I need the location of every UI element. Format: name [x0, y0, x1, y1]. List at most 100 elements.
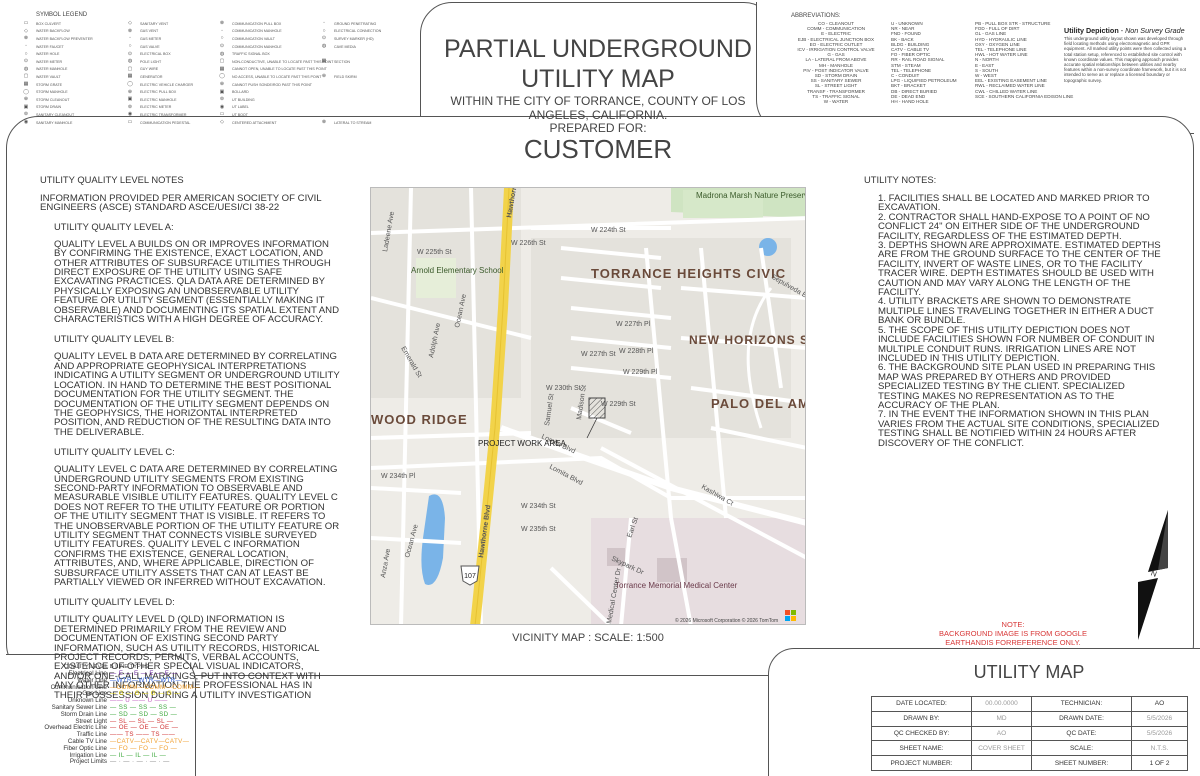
title-line-1: PARTIAL UNDERGROUND — [444, 35, 752, 63]
legend-symbol-icon: ◦ — [129, 35, 131, 42]
legend-item: ◯ ELECTRIC VEHICLE CHARGER — [126, 81, 193, 89]
legend-label: WATER METER — [36, 59, 63, 64]
label-torrance-heights: TORRANCE HEIGHTS CIVIC — [591, 266, 786, 281]
legend-symbol-icon — [320, 90, 328, 95]
legend-item: ⊗ LATERAL TO STREAM — [320, 119, 381, 127]
legend-label: STORM MANHOLE — [36, 90, 68, 95]
label-w234pl: W 234th Pl — [381, 473, 416, 480]
legend-symbol-icon: ◯ — [23, 88, 29, 95]
line-types-list: Electrical Line — E — E — E — E — Water Li… — [24, 670, 200, 766]
utility-notes-list: 1. FACILITIES SHALL BE LOCATED AND MARKE… — [864, 194, 1164, 448]
legend-item: ◇ SANITARY VENT — [126, 20, 193, 28]
title-line-2: UTILITY MAP — [521, 65, 675, 93]
legend-symbol-icon: ⊙ — [23, 58, 29, 65]
abbrev-col-3: PB - PULL BOX STR - STRUCTURE FOD - FULL … — [975, 21, 1073, 99]
quality-level-text: QUALITY LEVEL C DATA ARE DETERMINED BY C… — [54, 464, 340, 588]
legend-symbol-icon: ◯ — [219, 73, 225, 80]
legend-symbol-icon: ◦ — [221, 27, 223, 34]
legend-label: TRAFFIC SIGNAL BOX — [232, 52, 270, 57]
abbrev-heading: ABBREVIATIONS: — [791, 13, 841, 19]
utility-note-item: 1. FACILITIES SHALL BE LOCATED AND MARKE… — [878, 193, 1150, 214]
legend-item — [320, 111, 381, 119]
map-svg: 107 TORRANCE HEIGHTS CIVIC NEW HORIZONS … — [371, 188, 805, 624]
legend-column-1: ▭ BOX CULVERT ◇ WATER BACKFLOW ⊗ WATER BACKFL… — [22, 20, 93, 126]
legend-item: ⊙ COMMUNICATION MANHOLE — [218, 43, 333, 51]
label-civic: TORRANCE HEIGHTS CIVIC — [591, 266, 786, 281]
legend-item: ⊗ WATER BACKFLOW PREVENTER — [22, 35, 93, 43]
legend-label: NO ACCESS, UNABLE TO LOCATE PAST THIS PO… — [232, 74, 322, 79]
quality-level-text: QUALITY LEVEL A BUILDS ON OR IMPROVES IN… — [54, 238, 340, 326]
legend-label: COMMUNICATION VAULT — [232, 36, 275, 41]
utility-notes: UTILITY NOTES: 1. FACILITIES SHALL BE LO… — [864, 174, 1164, 448]
legend-item: ⊕ ELECTRIC PULL BOX — [126, 88, 193, 96]
legend-label: ELECTRIC VEHICLE CHARGER — [140, 82, 194, 87]
legend-symbol-icon: ▦ — [321, 58, 327, 65]
legend-symbol-icon — [320, 105, 328, 110]
legend-label: GENERATOR — [140, 74, 163, 79]
legend-item: ◦ COMMUNICATION MANHOLE — [218, 28, 333, 36]
legend-label: STORM CLEANOUT — [36, 97, 70, 102]
legend-item: ▢ GUY WIRE — [126, 66, 193, 74]
label-w225: W 225th St — [417, 249, 452, 256]
quality-level: UTILITY QUALITY LEVEL B: QUALITY LEVEL B … — [54, 333, 340, 437]
vicinity-map: 107 TORRANCE HEIGHTS CIVIC NEW HORIZONS … — [370, 187, 806, 625]
label-wood-ridge: WOOD RIDGE — [371, 412, 468, 427]
legend-item: ○ ELECTRICAL CONNECTION — [320, 28, 381, 36]
titleblock-label: QC CHECKED BY: — [871, 725, 972, 742]
quality-intro: INFORMATION PROVIDED PER AMERICAN SOCIET… — [40, 193, 322, 214]
legend-symbol-icon: ⊚ — [23, 111, 29, 118]
legend-item: ◍ TRAFFIC SIGNAL BOX — [218, 50, 333, 58]
legend-item: ▣ STORM DRAIN — [22, 104, 93, 112]
utility-note-item: 7. IN THE EVENT THE INFORMATION SHOWN IN… — [878, 409, 1160, 449]
legend-item: ⊙ ELECTRICAL BOX — [126, 50, 193, 58]
legend-label: BOLLARD — [232, 90, 249, 95]
titleblock-table: DATE LOCATED: 00.00.0000 TECHNICIAN: AO DRAW… — [871, 696, 1188, 771]
legend-symbol-icon: ▭ — [219, 111, 225, 118]
legend-item: ▣ BOLLARD — [218, 88, 333, 96]
legend-symbol-icon: ◇ — [220, 119, 224, 126]
legend-label: ELECTRICAL BOX — [140, 52, 171, 57]
abbrev-item: HH - HAND HOLE — [891, 99, 929, 105]
vicinity-map-caption: VICINITY MAP : SCALE: 1:500 — [512, 632, 664, 644]
legend-symbol-icon: ⊚ — [127, 103, 133, 110]
legend-label: UT LABEL — [232, 105, 249, 110]
legend-symbol-icon: ◉ — [219, 103, 225, 110]
legend-symbol-icon: ◯ — [127, 81, 133, 88]
legend-symbol-icon: ⊙ — [321, 35, 327, 42]
quality-heading: UTILITY QUALITY LEVEL NOTES — [40, 174, 184, 185]
legend-item: ◉ SANITARY MANHOLE — [22, 119, 93, 127]
legend-symbol-icon: ⊗ — [219, 20, 225, 27]
label-w229: W 229th Pl — [623, 369, 658, 376]
legend-label: STORM DRAIN — [36, 105, 62, 110]
legend-symbol-icon: ⊚ — [219, 96, 225, 103]
titleblock-label: QC DATE: — [1031, 725, 1132, 742]
legend-symbol-icon: ⊙ — [219, 43, 225, 50]
titleblock-value: AO — [1131, 696, 1188, 712]
titleblock-value: COVER SHEET — [971, 740, 1032, 757]
abbrev-item: W - WATER — [823, 99, 849, 105]
legend-item: ⊗ COMMUNICATION PULL BOX — [218, 20, 333, 28]
legend-symbol-icon: ◇ — [128, 20, 132, 27]
legend-item — [320, 104, 381, 112]
legend-symbol-icon: ⊕ — [23, 96, 29, 103]
titleblock-label: TECHNICIAN: — [1031, 696, 1132, 712]
legend-item: ⊕ STORM CLEANOUT — [22, 96, 93, 104]
legend-item: ▦ GENERATOR — [126, 73, 193, 81]
title-block-header: PARTIAL UNDERGROUND UTILITY MAP WITHIN T… — [424, 34, 772, 163]
legend-item: ○ WATER HOLE — [22, 50, 93, 58]
symbol-legend: ▭ BOX CULVERT ◇ WATER BACKFLOW ⊗ WATER BACKFL… — [22, 20, 432, 125]
legend-symbol-icon: ▣ — [127, 96, 133, 103]
legend-label: SANITARY CLEANOUT — [36, 112, 75, 117]
label-w224: W 224th St — [591, 227, 626, 234]
legend-symbol-icon: ◍ — [127, 58, 133, 65]
titleblock-value: 5/5/2026 — [1131, 710, 1188, 727]
depiction-title: Utility Depiction — [1064, 26, 1119, 35]
legend-symbol-icon: ⊕ — [127, 88, 133, 95]
legend-label: CANNOT OPEN, UNABLE TO LOCATE PAST THIS … — [232, 67, 327, 72]
route-107-label: 107 — [464, 573, 476, 580]
legend-item: ◉ ELECTRIC TRANSFORMER — [126, 111, 193, 119]
titleblock-title: UTILITY MAP — [973, 662, 1085, 682]
legend-item: ⊙ SURVEY MARKER (HD) — [320, 35, 381, 43]
titleblock-value: AO — [971, 725, 1032, 742]
legend-symbol-icon: ⊕ — [321, 73, 327, 80]
